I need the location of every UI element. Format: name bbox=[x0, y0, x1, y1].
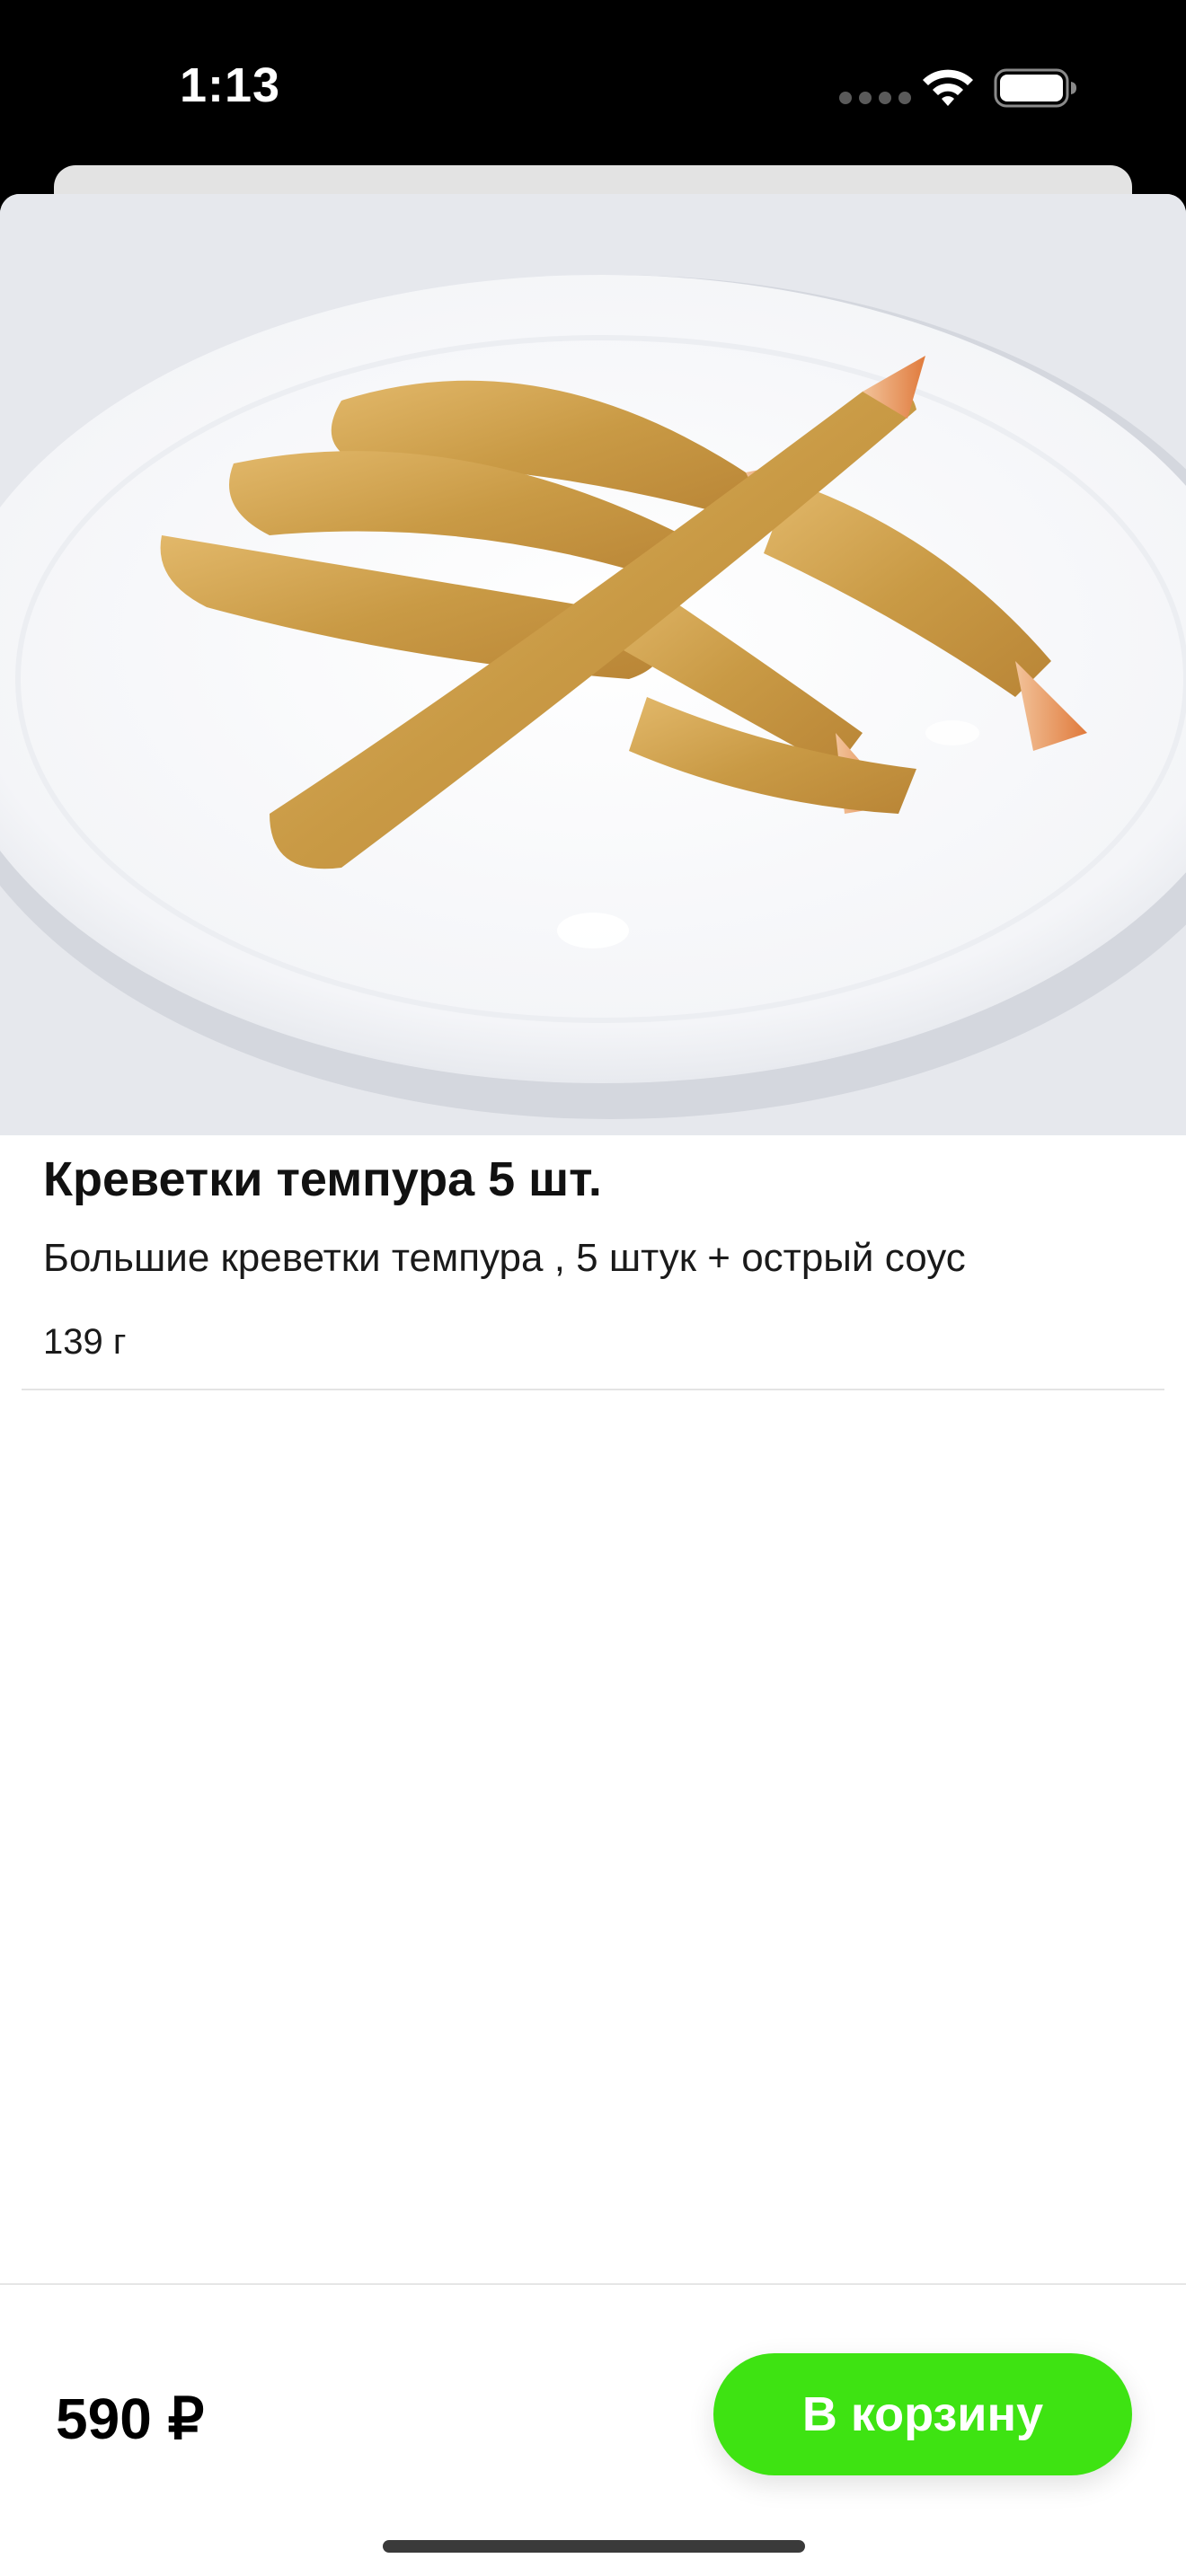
divider bbox=[22, 1389, 1164, 1390]
status-time: 1:13 bbox=[180, 58, 281, 112]
signal-icon bbox=[839, 92, 911, 104]
status-bar: 1:13 bbox=[0, 0, 1186, 171]
battery-icon bbox=[994, 68, 1076, 108]
product-photo bbox=[0, 194, 1186, 1135]
add-to-cart-button[interactable]: В корзину bbox=[713, 2353, 1132, 2475]
price-label: 590 ₽ bbox=[56, 2386, 205, 2451]
product-description: Большие креветки темпура , 5 штук + остр… bbox=[43, 1236, 966, 1280]
home-indicator[interactable] bbox=[383, 2540, 805, 2553]
product-sheet: Креветки темпура 5 шт. Большие креветки … bbox=[0, 194, 1186, 2576]
product-screen: 1:13 Креветки темпура 5 шт. Большие крев… bbox=[0, 0, 1186, 2576]
wifi-icon bbox=[923, 69, 973, 106]
product-title: Креветки темпура 5 шт. bbox=[43, 1152, 602, 1206]
bottom-bar: 590 ₽ В корзину bbox=[0, 2283, 1186, 2576]
product-weight: 139 г bbox=[43, 1322, 127, 1362]
